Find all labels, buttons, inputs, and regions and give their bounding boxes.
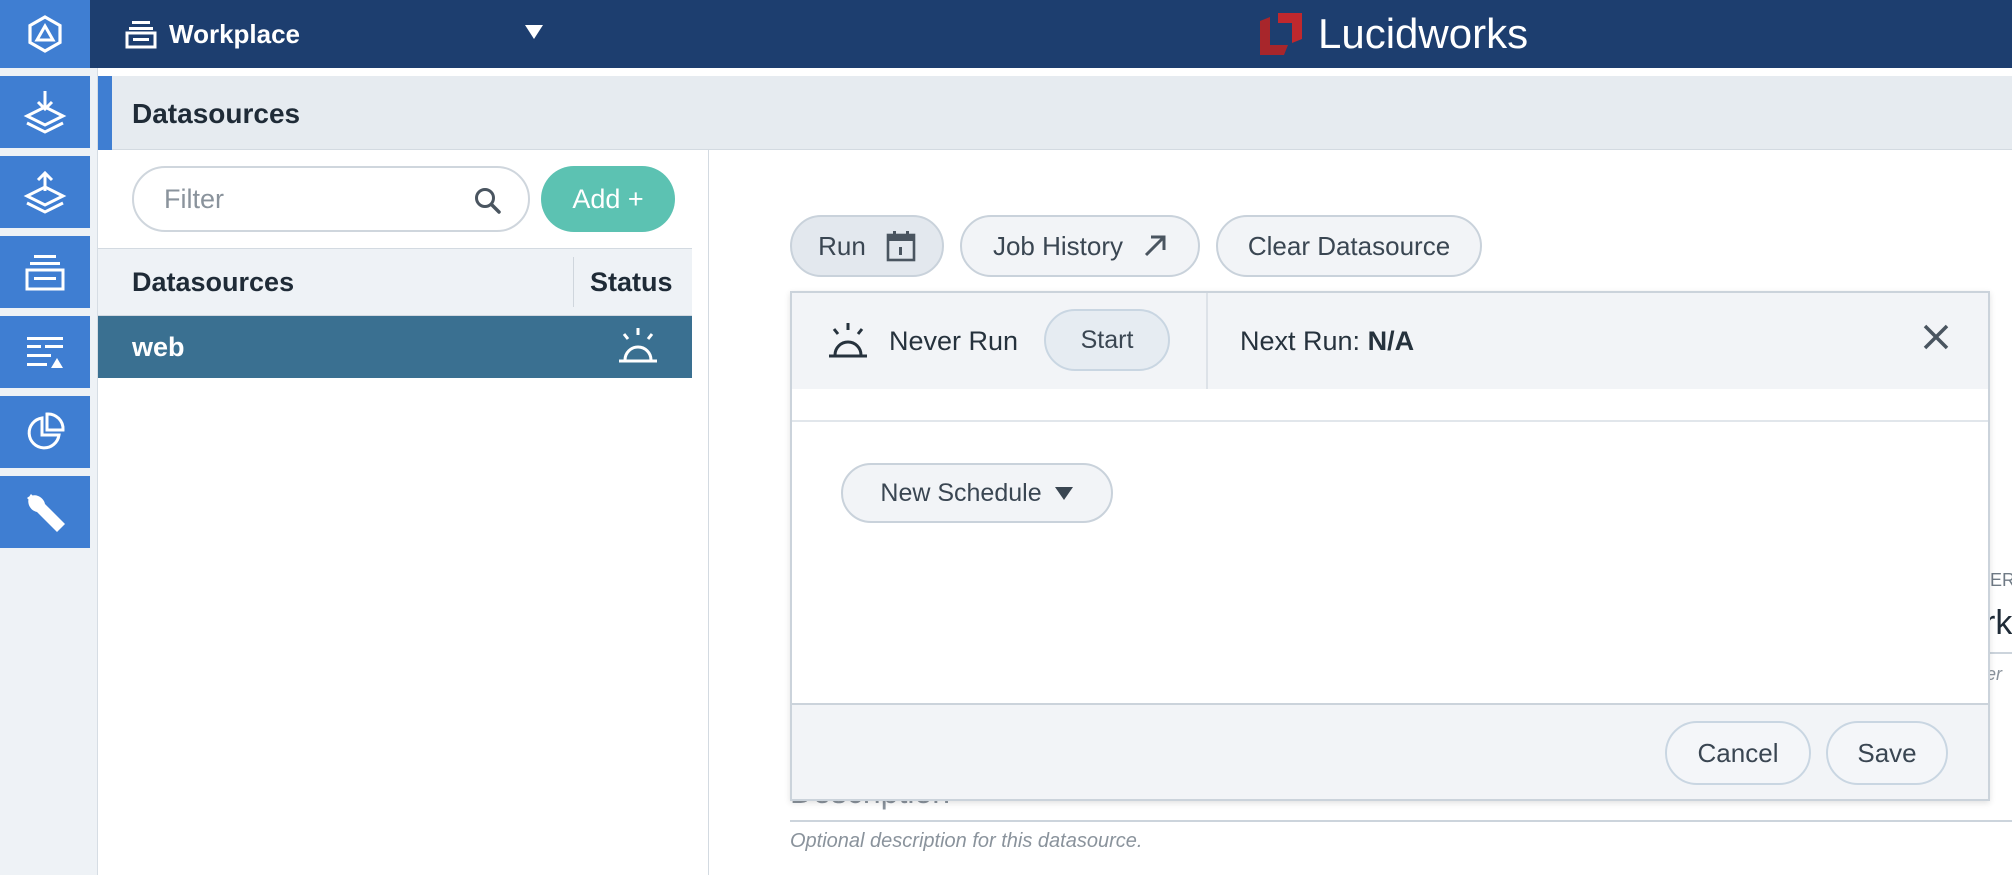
list-header: Datasources Status [98, 248, 692, 316]
search-icon[interactable] [474, 187, 502, 215]
caret-down-icon [1054, 487, 1073, 500]
description-underline [790, 820, 2012, 822]
description-hint: Optional description for this datasource… [790, 830, 1143, 852]
brand-name: Lucidworks [1318, 10, 1529, 57]
nav-system-button[interactable] [0, 476, 90, 548]
close-icon[interactable] [1922, 323, 1950, 351]
collections-icon [25, 255, 65, 291]
schedule-footer: Cancel Save [792, 703, 1988, 799]
schedule-status-bar: Never Run Start Next Run: N/A [792, 293, 1988, 389]
fusion-logo-icon [28, 15, 62, 53]
lucidworks-mark-icon [1260, 13, 1302, 55]
collection-stack-icon [125, 21, 157, 49]
index-in-icon [23, 91, 67, 134]
page-title: Datasources [132, 98, 301, 129]
schedule-divider [792, 420, 1988, 422]
new-schedule-label: New Schedule [880, 478, 1042, 507]
column-header-datasources[interactable]: Datasources [132, 267, 294, 298]
next-run-label: Next Run: [1240, 326, 1361, 356]
nav-collections-button[interactable] [0, 236, 90, 308]
start-button[interactable]: Start [1044, 309, 1170, 371]
nav-relevance-button[interactable] [0, 316, 90, 388]
schedule-popover: Never Run Start Next Run: N/A New Schedu… [790, 291, 1990, 801]
field-label-fragment: ER [1990, 570, 2012, 590]
next-run-value: N/A [1367, 326, 1415, 356]
top-bar: Workplace Lucidworks [0, 0, 2012, 68]
run-label: Run [818, 230, 866, 261]
job-history-button[interactable]: Job History [960, 215, 1200, 277]
column-divider [573, 257, 574, 307]
nav-index-button[interactable] [0, 76, 90, 148]
brand-logo: Lucidworks [1258, 0, 1528, 68]
app-name: Workplace [169, 18, 301, 49]
datasource-name: web [132, 332, 185, 362]
next-run-text: Next Run: N/A [1240, 326, 1414, 357]
left-nav [0, 68, 98, 875]
sunrise-icon [829, 323, 867, 358]
run-status-text: Never Run [889, 326, 1019, 356]
clear-datasource-button[interactable]: Clear Datasource [1216, 215, 1482, 277]
relevance-sliders-icon [27, 337, 63, 368]
wrench-icon [27, 494, 65, 532]
new-schedule-dropdown[interactable]: New Schedule [841, 463, 1113, 523]
panel-accent [98, 76, 112, 150]
query-out-icon [23, 170, 67, 214]
cancel-button[interactable]: Cancel [1665, 721, 1811, 785]
save-button[interactable]: Save [1826, 721, 1948, 785]
job-history-label: Job History [992, 230, 1124, 261]
list-item[interactable]: web [98, 316, 692, 378]
add-datasource-button[interactable]: Add + [541, 166, 675, 232]
run-button[interactable]: Run [790, 215, 944, 277]
nav-analytics-button[interactable] [0, 396, 90, 468]
external-link-arrow-icon [1144, 235, 1166, 257]
chevron-down-icon[interactable] [524, 24, 544, 40]
datasource-list-panel: Add + Datasources Status web [98, 150, 709, 875]
app-selector[interactable]: Workplace [125, 0, 300, 68]
home-button[interactable] [0, 0, 90, 68]
nav-query-button[interactable] [0, 156, 90, 228]
filter-input[interactable] [164, 180, 454, 218]
column-header-status[interactable]: Status [590, 267, 673, 298]
sunrise-icon [619, 328, 657, 363]
calendar-icon[interactable] [886, 230, 916, 262]
analytics-pie-icon [27, 412, 65, 450]
status-divider [1206, 293, 1208, 389]
filter-field[interactable] [132, 166, 530, 232]
panel-header: Datasources [98, 76, 2012, 150]
